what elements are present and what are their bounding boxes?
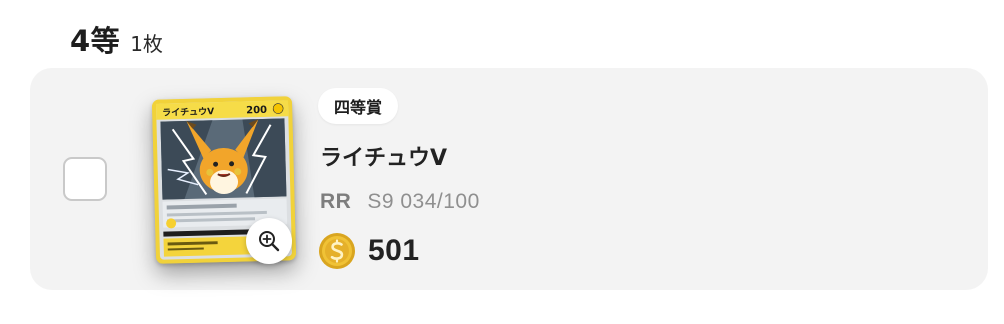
grade-count: 1枚: [130, 32, 163, 56]
select-checkbox[interactable]: [63, 157, 107, 201]
card-art-name: ライチュウV: [162, 106, 214, 118]
points-value: 501: [368, 234, 420, 267]
prize-page: 4等 1枚 ライチュウV 200 四等賞 ライチュウV RR S9 034/10…: [0, 0, 1004, 324]
card-number: S9 034/100: [367, 190, 480, 213]
coin-icon: [319, 233, 355, 269]
prize-item-card: ライチュウV 200 四等賞 ライチュウV RR S9 034/100 501: [30, 68, 988, 290]
card-rarity: RR: [320, 190, 352, 213]
prize-rank-badge: 四等賞: [318, 88, 399, 124]
grade-title: 4等: [70, 24, 121, 58]
card-art-hp: 200: [246, 105, 267, 117]
zoom-in-icon: [259, 231, 280, 252]
grade-header: 4等 1枚: [70, 18, 163, 60]
card-meta: RR S9 034/100: [320, 190, 480, 214]
points-row: 501: [318, 232, 420, 270]
zoom-button[interactable]: [246, 218, 292, 264]
card-name: ライチュウV: [320, 146, 448, 171]
